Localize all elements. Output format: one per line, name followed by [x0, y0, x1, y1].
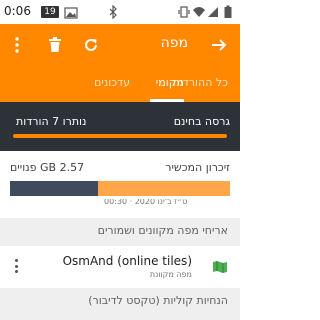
back-arrow-icon[interactable] [208, 34, 230, 56]
bluetooth-icon [108, 4, 118, 23]
memory-used-fill [10, 181, 98, 196]
tab-local[interactable]: מקומי [156, 76, 184, 89]
map-item-name: (OsmAnd (online tiles [62, 254, 192, 268]
map-item-subtitle: מפה מקוונת [149, 270, 192, 279]
remaining-downloads-label: נותרו 7 הורדות [16, 115, 87, 128]
memory-free-value: 2.57 GB פנויים [10, 161, 85, 174]
memory-label: זיכרון המכשיר [165, 161, 230, 174]
voice-prompts-header-label: הנחיות קוליות (טקסט לדיבור) [88, 294, 228, 307]
status-time: 0:06 [4, 4, 31, 18]
wifi-icon [192, 4, 206, 23]
version-label: גרסה בחינם [173, 115, 230, 128]
tab-updates[interactable]: עדכונים [94, 76, 130, 89]
list-item-online-tiles[interactable]: (OsmAnd (online tiles מפה מקוונת [0, 246, 240, 286]
refresh-icon[interactable] [80, 34, 102, 56]
more-vert-icon[interactable] [6, 34, 28, 56]
delete-icon[interactable] [44, 34, 66, 56]
map-icon [212, 259, 228, 278]
photo-icon [64, 4, 78, 23]
signal-icon [207, 4, 219, 23]
app-bar: מפה [0, 24, 240, 66]
battery-icon [224, 4, 232, 23]
tab-bar: כל ההורדות מקומי עדכונים [0, 66, 240, 102]
page-title: מפה [160, 35, 188, 51]
notification-count-badge: 19 [41, 6, 59, 18]
voice-prompts-section-header: הנחיות קוליות (טקסט לדיבור) [0, 288, 240, 320]
free-version-card[interactable]: גרסה בחינם נותרו 7 הורדות [0, 102, 240, 151]
vibrate-icon [178, 4, 190, 23]
status-bar: 0:06 19 [0, 0, 240, 24]
memory-usage-bar [10, 181, 230, 196]
cut-off-date-text: ט״ז ב'ינו 2020 · 00:30 [104, 199, 188, 206]
more-vert-icon[interactable] [12, 258, 20, 274]
downloads-progress-bar [13, 134, 227, 138]
online-maps-header-label: אריחי מפה מקוונים ושמורים [97, 224, 228, 237]
online-maps-section-header: אריחי מפה מקוונים ושמורים [0, 218, 240, 246]
